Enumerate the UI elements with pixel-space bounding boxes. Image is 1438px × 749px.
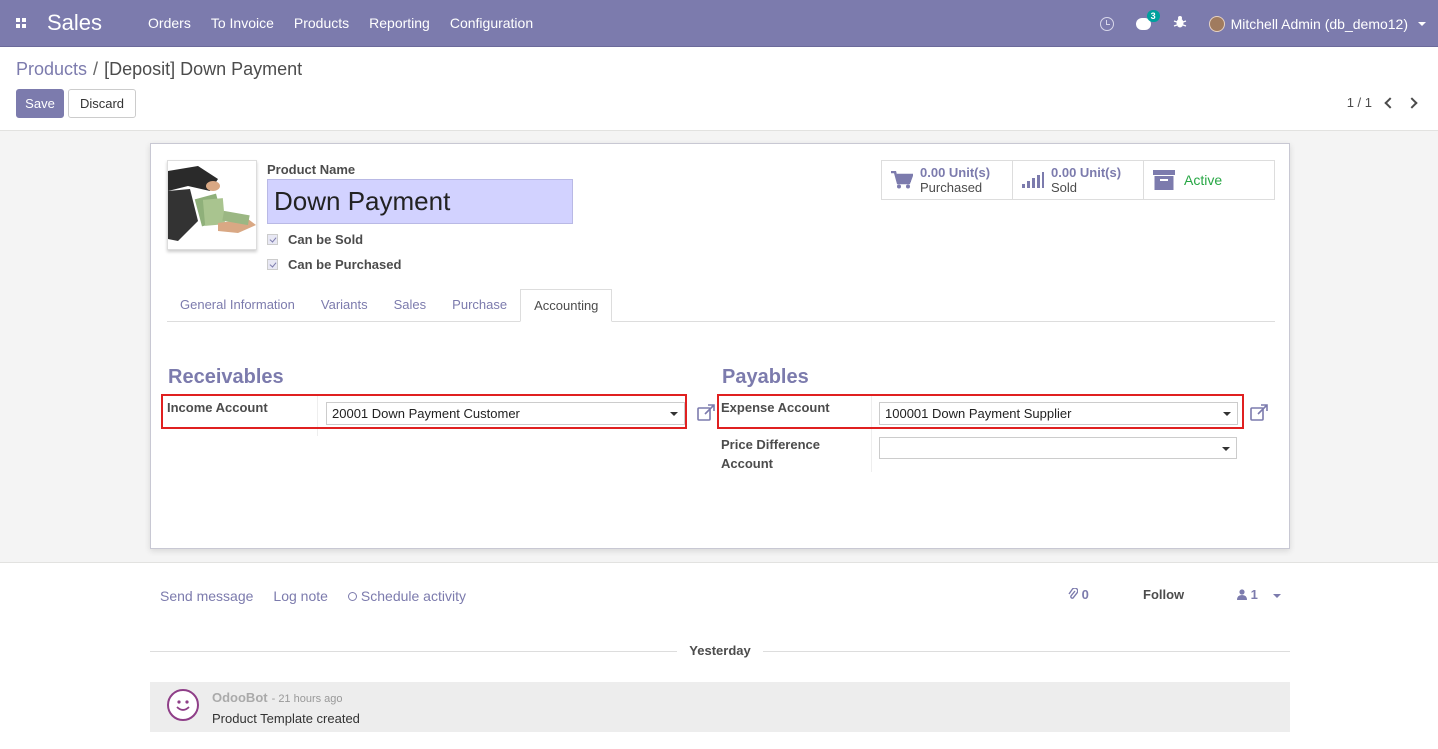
sold-value: 0.00 Unit(s): [1051, 165, 1122, 180]
form-sheet: Product Name Can be Sold Can be Purchase…: [150, 143, 1290, 549]
followers-button[interactable]: 1: [1237, 587, 1282, 602]
schedule-activity-label: Schedule activity: [360, 588, 466, 604]
highlight-box-expense: [717, 394, 1244, 429]
chatter-message: OdooBot - 21 hours ago Product Template c…: [150, 682, 1290, 732]
breadcrumb: Products / [Deposit] Down Payment: [16, 59, 302, 80]
debug-bug-icon[interactable]: [1173, 15, 1187, 32]
notebook-tabs: General Information Variants Sales Purch…: [167, 289, 1275, 322]
price-difference-account-select[interactable]: [879, 437, 1237, 459]
can-be-sold-row: Can be Sold: [267, 232, 363, 247]
messaging-menu[interactable]: 3: [1135, 9, 1160, 30]
top-navbar: Sales Orders To Invoice Products Reporti…: [0, 0, 1438, 47]
breadcrumb-separator: /: [93, 59, 99, 79]
chat-count-badge: 3: [1146, 9, 1160, 22]
pager-value[interactable]: 1 / 1: [1347, 95, 1372, 110]
save-button[interactable]: Save: [16, 89, 64, 118]
clock-icon: [347, 592, 357, 601]
sold-label: Sold: [1051, 180, 1078, 195]
menu-products[interactable]: Products: [294, 15, 349, 31]
active-label: Active: [1184, 172, 1223, 188]
control-panel: Products / [Deposit] Down Payment Save Dis…: [0, 47, 1438, 131]
activity-clock-icon[interactable]: [1099, 16, 1114, 31]
attachments-count: 0: [1081, 587, 1089, 602]
menu-configuration[interactable]: Configuration: [450, 15, 533, 31]
highlight-box-income: [161, 394, 687, 429]
message-author: OdooBot - 21 hours ago: [212, 690, 343, 705]
breadcrumb-current: [Deposit] Down Payment: [104, 59, 303, 79]
attachments-button[interactable]: 0: [1068, 587, 1089, 602]
product-name-label: Product Name: [267, 162, 356, 177]
tab-accounting[interactable]: Accounting: [520, 289, 613, 322]
tab-variants[interactable]: Variants: [308, 289, 381, 322]
send-message-button[interactable]: Send message: [160, 588, 253, 604]
sold-stat-button[interactable]: 0.00 Unit(s) Sold: [1012, 160, 1144, 200]
apps-menu-icon[interactable]: [6, 18, 36, 28]
menu-to-invoice[interactable]: To Invoice: [211, 15, 274, 31]
discard-button[interactable]: Discard: [68, 89, 136, 118]
archive-icon: [1150, 170, 1178, 190]
external-link-icon[interactable]: [697, 404, 715, 421]
tab-general-information[interactable]: General Information: [167, 289, 308, 322]
schedule-activity-button[interactable]: Schedule activity: [347, 588, 466, 604]
odoobot-avatar: [167, 689, 199, 721]
message-time: - 21 hours ago: [271, 693, 343, 705]
purchased-stat-button[interactable]: 0.00 Unit(s) Purchased: [881, 160, 1013, 200]
user-avatar: [1208, 15, 1225, 32]
price-difference-label-line1: Price Difference: [721, 437, 820, 452]
receivables-title: Receivables: [168, 366, 284, 388]
dropdown-caret-icon: [1222, 447, 1230, 451]
tab-sales[interactable]: Sales: [381, 289, 440, 322]
message-author-name[interactable]: OdooBot: [212, 690, 268, 705]
user-icon: [1237, 587, 1251, 602]
purchased-value: 0.00 Unit(s): [920, 165, 991, 180]
paperclip-icon: [1068, 587, 1082, 602]
can-be-sold-checkbox[interactable]: [267, 234, 278, 245]
can-be-purchased-checkbox[interactable]: [267, 259, 278, 270]
payables-title: Payables: [722, 366, 809, 388]
chatter-actions: Send message Log note Schedule activity: [160, 588, 466, 604]
user-name: Mitchell Admin (db_demo12): [1230, 15, 1408, 32]
pager: 1 / 1: [1347, 95, 1418, 110]
purchased-label: Purchased: [920, 180, 983, 195]
app-title: Sales: [47, 10, 103, 35]
chevron-down-icon: [1273, 593, 1282, 598]
chevron-right-icon[interactable]: [1406, 96, 1418, 109]
active-toggle-button[interactable]: Active: [1143, 160, 1275, 200]
price-difference-label-line2: Account: [721, 456, 773, 471]
can-be-sold-label: Can be Sold: [288, 232, 364, 247]
followers-count: 1: [1250, 587, 1258, 602]
day-separator-label: Yesterday: [677, 643, 763, 658]
user-menu[interactable]: Mitchell Admin (db_demo12): [1208, 15, 1426, 32]
signal-bars-icon: [1019, 172, 1047, 188]
tab-purchase[interactable]: Purchase: [439, 289, 520, 322]
menu-reporting[interactable]: Reporting: [369, 15, 430, 31]
log-note-button[interactable]: Log note: [273, 588, 328, 604]
menu-orders[interactable]: Orders: [148, 15, 191, 31]
product-name-input[interactable]: [267, 179, 573, 224]
can-be-purchased-label: Can be Purchased: [288, 257, 402, 272]
chevron-left-icon[interactable]: [1384, 96, 1396, 109]
external-link-icon[interactable]: [1250, 404, 1268, 421]
chevron-down-icon: [1418, 21, 1426, 26]
can-be-purchased-row: Can be Purchased: [267, 257, 401, 272]
shopping-cart-icon: [888, 171, 916, 189]
price-difference-account-label: Price Difference Account: [721, 435, 820, 473]
message-body: Product Template created: [212, 711, 360, 726]
breadcrumb-products-link[interactable]: Products: [16, 59, 87, 79]
product-image[interactable]: [167, 160, 257, 250]
follow-button[interactable]: Follow: [1143, 587, 1184, 602]
